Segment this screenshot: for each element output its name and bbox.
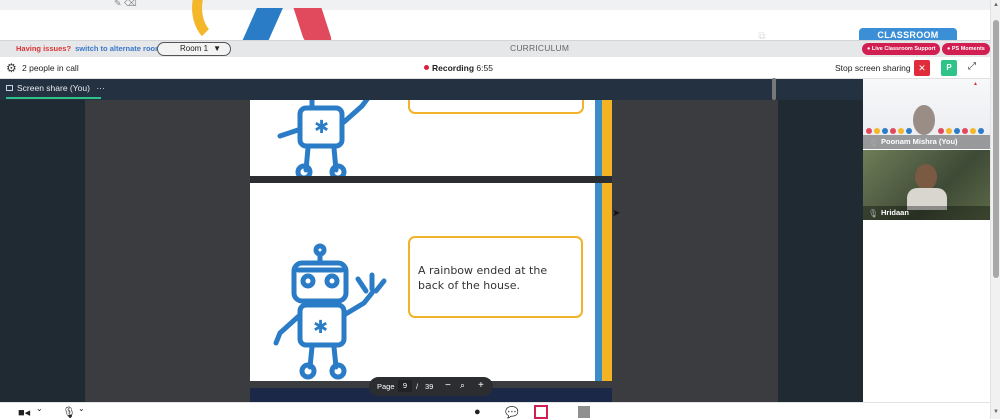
page-scrollbar[interactable]: ▲ ▼: [990, 0, 1000, 419]
participant-name: Poonam Mishra (You): [863, 135, 990, 149]
moments-button[interactable]: ● PS Moments: [942, 43, 990, 55]
slide-yellow-stripe: [602, 183, 612, 381]
slide-previous: ✱: [250, 100, 612, 176]
svg-text:✱: ✱: [313, 317, 328, 338]
dropdown-caret-icon: ▼: [213, 44, 221, 53]
close-icon[interactable]: ✕: [914, 60, 930, 76]
scroll-up-icon[interactable]: ▲: [993, 2, 999, 8]
moments-label: PS Moments: [951, 46, 985, 52]
speech-bubble-previous: [408, 100, 584, 114]
page-total: 39: [425, 382, 434, 391]
participant-name: Hridaan: [863, 206, 990, 220]
room-select[interactable]: Room 1 ▼: [157, 42, 231, 56]
expand-icon[interactable]: ⤢: [968, 61, 976, 72]
microphone-icon[interactable]: 🎙: [62, 406, 76, 419]
participant-column: ▲ 🎙 Poonam Mishra (You) 🎙 Hridaan: [863, 79, 990, 402]
tab-more-icon[interactable]: ···: [96, 83, 105, 93]
zoom-in-button[interactable]: +: [478, 380, 484, 391]
live-support-label: Live Classroom Support: [871, 46, 936, 52]
camera-icon[interactable]: ■◂: [18, 406, 30, 419]
slide-text-line1: A rainbow ended at the: [418, 264, 548, 277]
bottom-controls: ■◂ ⌄ 🎙 ⌄ ● 💬: [0, 402, 990, 419]
page-gap: [250, 176, 612, 183]
slide-text-line2: back of the house.: [418, 279, 520, 292]
curriculum-tab[interactable]: CURRICULUM: [510, 43, 569, 53]
screen-share-icon[interactable]: [534, 405, 548, 419]
issue-text: Having issues?: [16, 44, 72, 53]
room-bar: Having issues? switch to alternate room …: [0, 40, 990, 57]
mic-options-chevron-icon[interactable]: ⌄: [78, 404, 85, 413]
classroom-app: ✎ ⌫ CLASSROOM Having issues? switch to a…: [0, 0, 1000, 419]
logo-arc-yellow: [192, 0, 252, 40]
room-select-value: Room 1: [180, 44, 209, 53]
live-support-button[interactable]: ● Live Classroom Support: [862, 43, 941, 55]
slide-yellow-stripe: [602, 100, 612, 176]
scroll-down-icon[interactable]: ▼: [993, 409, 999, 415]
color-dots-decoration: [866, 128, 984, 134]
participant-head: [915, 164, 937, 190]
viewer-scrollbar[interactable]: [772, 78, 776, 100]
top-toolbar-band: [0, 0, 990, 10]
p-avatar-button[interactable]: P: [941, 60, 957, 76]
stop-screen-share-button[interactable]: Stop screen sharing: [835, 63, 911, 73]
recording-status: Recording 6:55: [424, 63, 493, 73]
participant-tile-hridaan[interactable]: 🎙 Hridaan: [863, 150, 990, 220]
zoom-out-button[interactable]: −: [445, 380, 451, 391]
tab-screen-share[interactable]: Screen share (You) ···: [6, 83, 105, 93]
zoom-icon[interactable]: ⌕: [460, 380, 465, 391]
tile-logo-icon: ▲: [973, 81, 978, 87]
page-number-input[interactable]: 9: [398, 380, 412, 392]
person-icon[interactable]: ●: [474, 406, 481, 418]
pdf-page-controls: Page 9 / 39 − ⌕ +: [369, 377, 493, 396]
page-separator: /: [416, 382, 419, 391]
slide-current: ✱ A rainbow ended at the back of the hou…: [250, 183, 612, 381]
screen-icon: [6, 85, 13, 91]
gear-icon[interactable]: ⚙: [6, 61, 17, 75]
recording-time: 6:55: [476, 63, 493, 73]
scrollbar-thumb[interactable]: [993, 20, 999, 278]
participant-tile-self[interactable]: ▲ 🎙 Poonam Mishra (You): [863, 79, 990, 149]
stop-icon[interactable]: [578, 406, 590, 418]
slide-blue-stripe: [595, 100, 602, 176]
svg-text:✱: ✱: [314, 117, 329, 138]
connection-help: Having issues? switch to alternate room: [16, 44, 162, 53]
recording-dot-icon: [424, 65, 429, 70]
tab-screen-share-label: Screen share (You): [17, 83, 90, 93]
slide-blue-stripe: [595, 183, 602, 381]
stage-tabs: Screen share (You) ···: [0, 79, 863, 100]
popout-icon[interactable]: ⧉: [753, 28, 771, 46]
call-status-bar: ⚙ 2 people in call Recording 6:55 Stop s…: [0, 57, 990, 79]
logo-stroke-red: [293, 8, 335, 40]
recording-label: Recording: [432, 63, 475, 73]
page-label: Page: [377, 382, 395, 391]
mouse-cursor-icon: ➤: [612, 208, 621, 219]
active-tab-indicator: [6, 97, 101, 99]
camera-options-chevron-icon[interactable]: ⌄: [36, 404, 43, 413]
people-count: 2 people in call: [22, 63, 79, 73]
chat-icon[interactable]: 💬: [505, 406, 519, 419]
alternate-room-link[interactable]: switch to alternate room: [75, 44, 162, 53]
lesson-header-strip: ✎ ⌫: [0, 0, 990, 40]
pen-eraser-tools[interactable]: ✎ ⌫: [114, 0, 137, 9]
